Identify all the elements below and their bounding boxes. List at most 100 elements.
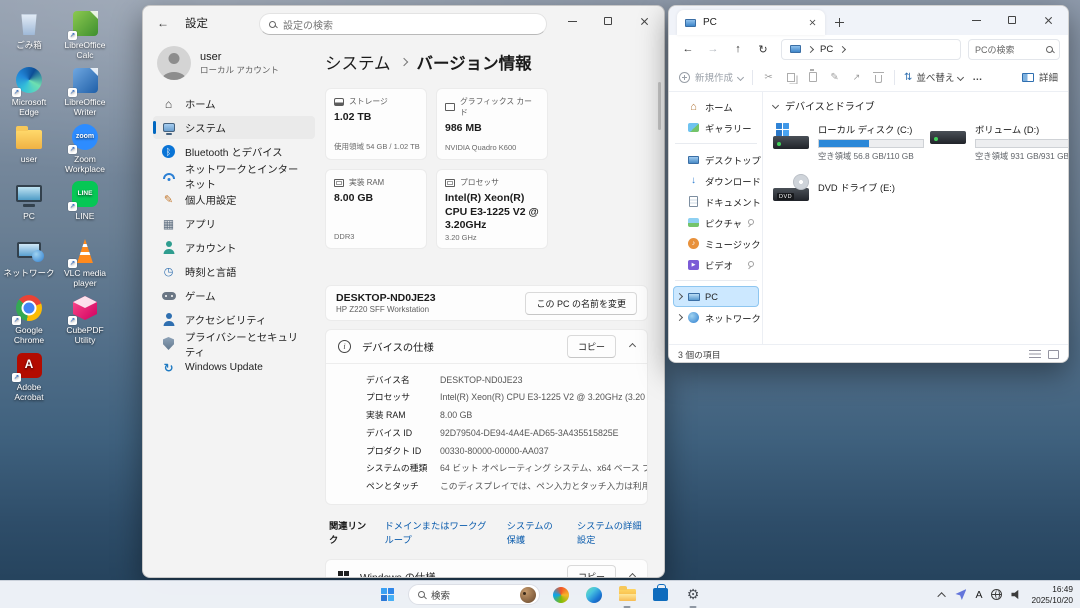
new-item-button[interactable]: 新規作成	[679, 70, 743, 84]
drive-c[interactable]: ローカル ディスク (C:) 空き領域 56.8 GB/110 GB	[773, 122, 924, 162]
details-pane-button[interactable]: 詳細	[1022, 70, 1058, 84]
explorer-tab-strip[interactable]: PC	[669, 6, 1068, 35]
explorer-search-input[interactable]: PCの検索	[968, 39, 1060, 60]
taskbar-explorer-button[interactable]	[615, 583, 639, 607]
tray-app-icon[interactable]	[955, 589, 966, 600]
minimize-button[interactable]	[958, 7, 994, 33]
maximize-button[interactable]	[590, 6, 626, 36]
sidebar-item-home[interactable]: ホーム	[153, 92, 315, 115]
windows-spec-header[interactable]: Windows の仕様 コピー	[326, 560, 647, 578]
copy-button[interactable]: コピー	[567, 565, 616, 578]
sidebar-item-videos[interactable]: ビデオ	[673, 254, 759, 275]
desktop-icon-network[interactable]: ネットワーク	[2, 236, 56, 279]
sidebar-item-desktop[interactable]: デスクトップ	[673, 149, 759, 170]
taskbar-edge-button[interactable]	[582, 583, 606, 607]
copy-icon[interactable]	[787, 73, 795, 82]
hidden-icons-chevron[interactable]	[938, 592, 946, 600]
sidebar-item-gallery[interactable]: ギャラリー	[673, 117, 759, 138]
desktop-icon-libreoffice-calc[interactable]: LibreOffice Calc	[58, 8, 112, 61]
sidebar-item-gaming[interactable]: ゲーム	[153, 284, 315, 307]
desktop-icon-acrobat[interactable]: AAdobe Acrobat	[2, 350, 56, 403]
clock[interactable]: 16:49 2025/10/20	[1031, 584, 1073, 606]
desktop-icon-line[interactable]: LINELINE	[58, 179, 112, 222]
sidebar-item-pictures[interactable]: ピクチャ	[673, 212, 759, 233]
drive-e-dvd[interactable]: DVD DVD ドライブ (E:)	[773, 174, 924, 204]
back-button[interactable]	[677, 39, 699, 59]
forward-button[interactable]	[702, 39, 724, 59]
link-domain-workgroup[interactable]: ドメインまたはワークグループ	[384, 518, 488, 546]
expand-icon[interactable]	[676, 314, 683, 321]
back-icon[interactable]	[157, 16, 169, 30]
tab-close-icon[interactable]	[809, 19, 816, 26]
sidebar-item-network[interactable]: ネットワーク	[673, 307, 759, 328]
share-icon[interactable]	[850, 71, 863, 84]
sidebar-item-apps[interactable]: アプリ	[153, 212, 315, 235]
thumbnail-view-icon[interactable]	[1048, 350, 1059, 359]
search-highlight-icon[interactable]	[520, 587, 536, 603]
scrollbar[interactable]	[658, 82, 661, 130]
breadcrumb-parent[interactable]: システム	[325, 50, 391, 74]
up-button[interactable]	[727, 39, 749, 59]
chevron-up-icon[interactable]	[629, 573, 636, 578]
sidebar-item-time-language[interactable]: 時刻と言語	[153, 260, 315, 283]
rename-icon[interactable]	[828, 71, 841, 84]
maximize-button[interactable]	[994, 7, 1030, 33]
sidebar-item-documents[interactable]: ドキュメント	[673, 191, 759, 212]
breadcrumb-pc[interactable]: PC	[820, 44, 833, 55]
accessibility-icon	[162, 313, 175, 326]
refresh-button[interactable]	[752, 39, 774, 59]
desktop-icon-microsoft-edge[interactable]: Microsoft Edge	[2, 65, 56, 118]
desktop-icon-pc[interactable]: PC	[2, 179, 56, 222]
sidebar-item-privacy[interactable]: プライバシーとセキュリティ	[153, 332, 315, 355]
list-view-icon[interactable]	[1029, 350, 1041, 359]
sidebar-item-downloads[interactable]: ダウンロード	[673, 170, 759, 191]
sidebar-item-system[interactable]: システム	[153, 116, 315, 139]
desktop-icon-user-folder[interactable]: user	[2, 122, 56, 165]
network-icon[interactable]	[991, 589, 1002, 600]
copy-button[interactable]: コピー	[567, 335, 616, 358]
more-options-button[interactable]: …	[972, 72, 983, 83]
desktop-icon-chrome[interactable]: Google Chrome	[2, 293, 56, 346]
taskbar-store-button[interactable]	[648, 583, 672, 607]
new-tab-button[interactable]	[835, 18, 844, 27]
drive-d[interactable]: ボリューム (D:) 空き領域 931 GB/931 GB	[930, 122, 1069, 162]
sort-button[interactable]: 並べ替え	[904, 70, 963, 84]
sidebar-item-personalization[interactable]: 個人用設定	[153, 188, 315, 211]
desktop-icon-cubepdf[interactable]: CubePDF Utility	[58, 293, 112, 346]
expand-icon[interactable]	[676, 293, 683, 300]
sidebar-item-windows-update[interactable]: Windows Update	[153, 356, 315, 379]
close-button[interactable]	[1030, 7, 1066, 33]
settings-search-input[interactable]: 設定の検索	[259, 13, 547, 35]
rename-pc-button[interactable]: この PC の名前を変更	[525, 292, 637, 315]
volume-icon[interactable]	[1011, 590, 1022, 600]
desktop-icon-recycle-bin[interactable]: ごみ箱	[2, 8, 56, 51]
desktop-icon-zoom[interactable]: zoomZoom Workplace	[58, 122, 112, 175]
sidebar-item-music[interactable]: ミュージック	[673, 233, 759, 254]
chevron-up-icon[interactable]	[629, 343, 636, 350]
sidebar-item-accounts[interactable]: アカウント	[153, 236, 315, 259]
taskbar-copilot-button[interactable]	[549, 583, 573, 607]
taskbar-search[interactable]: 検索	[408, 584, 540, 605]
tray-date: 2025/10/20	[1031, 595, 1073, 606]
paste-icon[interactable]	[809, 72, 817, 82]
cut-icon[interactable]	[762, 71, 775, 84]
desktop-icon-vlc[interactable]: VLC media player	[58, 236, 112, 289]
delete-icon[interactable]	[875, 75, 882, 83]
start-button[interactable]	[375, 583, 399, 607]
sidebar-item-network[interactable]: ネットワークとインターネット	[153, 164, 315, 187]
close-button[interactable]	[626, 6, 662, 36]
settings-titlebar[interactable]: 設定 設定の検索	[143, 6, 664, 40]
explorer-tab-pc[interactable]: PC	[677, 10, 825, 35]
taskbar-settings-button[interactable]	[681, 583, 705, 607]
link-advanced-system[interactable]: システムの詳細設定	[577, 518, 644, 546]
sidebar-item-home[interactable]: ホーム	[673, 96, 759, 117]
minimize-button[interactable]	[554, 6, 590, 36]
link-system-protection[interactable]: システムの保護	[507, 518, 559, 546]
desktop-icon-libreoffice-writer[interactable]: LibreOffice Writer	[58, 65, 112, 118]
ime-indicator[interactable]: A	[975, 589, 982, 601]
breadcrumb-bar[interactable]: PC	[781, 39, 961, 60]
device-spec-header[interactable]: i デバイスの仕様 コピー	[326, 330, 647, 363]
section-header-devices-drives[interactable]: デバイスとドライブ	[773, 98, 1069, 113]
sidebar-item-pc[interactable]: PC	[673, 286, 759, 307]
user-account-block[interactable]: user ローカル アカウント	[153, 42, 315, 92]
